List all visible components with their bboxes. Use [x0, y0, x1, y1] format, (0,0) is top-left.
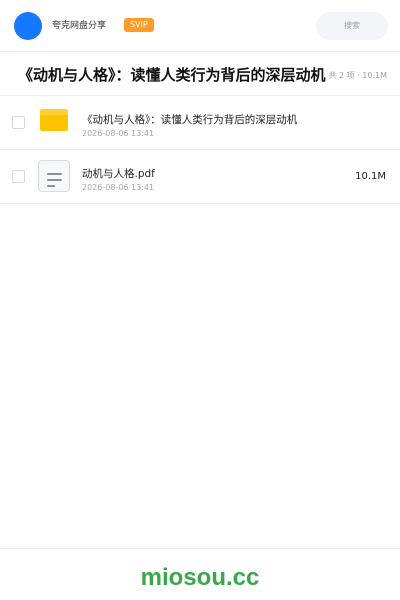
footer-bar: miosou.cc [0, 548, 400, 600]
file-name[interactable]: 动机与人格.pdf [82, 166, 342, 181]
select-checkbox[interactable] [12, 116, 25, 129]
app-name: 夸克网盘分享 [52, 21, 107, 31]
file-date: 2026-08-06 13:41 [82, 183, 155, 192]
search-button[interactable]: 搜索 [316, 12, 388, 40]
watermark-text: miosou.cc [140, 564, 260, 591]
item-summary: 共 2 项 · 10.1M [326, 70, 387, 81]
quark-logo-icon[interactable] [14, 12, 42, 40]
file-row-pdf[interactable]: 动机与人格.pdf 2026-08-06 13:41 10.1M [0, 150, 400, 204]
document-icon [38, 160, 70, 192]
file-date: 2026-08-06 13:41 [82, 129, 155, 138]
folder-icon [40, 109, 68, 131]
top-header: 夸克网盘分享 SVIP 搜索 [0, 0, 400, 52]
share-title-bar: 《动机与人格》：读懂人类行为背后的深层动机 共 2 项 · 10.1M [0, 52, 400, 96]
file-row-folder[interactable]: 《动机与人格》：读懂人类行为背后的深层动机 2026-08-06 13:41 [0, 96, 400, 150]
file-name[interactable]: 《动机与人格》：读懂人类行为背后的深层动机 [82, 112, 342, 127]
svip-badge[interactable]: SVIP [124, 18, 154, 32]
file-size: 10.1M [355, 171, 386, 182]
select-checkbox[interactable] [12, 170, 25, 183]
page-title: 《动机与人格》：读懂人类行为背后的深层动机 [18, 66, 326, 84]
